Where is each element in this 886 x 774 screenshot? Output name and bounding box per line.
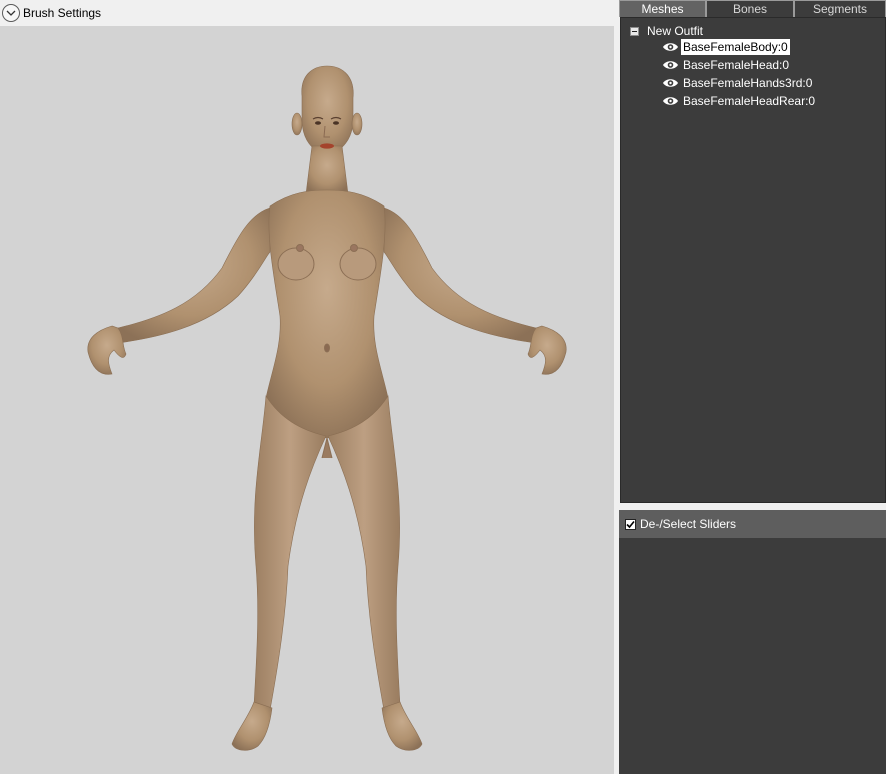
tab-bones[interactable]: Bones: [706, 0, 794, 17]
sliders-panel: De-/Select Sliders: [619, 510, 886, 774]
panel-tabs: Meshes Bones Segments: [619, 0, 886, 17]
checkmark-icon: [626, 520, 635, 528]
tab-segments[interactable]: Segments: [794, 0, 886, 17]
mesh-item-basefemalehead[interactable]: BaseFemaleHead:0: [662, 57, 791, 73]
mesh-item-label: BaseFemaleHead:0: [683, 58, 790, 72]
mesh-item-label: BaseFemaleHeadRear:0: [683, 94, 816, 108]
tree-root-label: New Outfit: [647, 24, 704, 38]
mesh-item-label: BaseFemaleBody:0: [681, 39, 790, 55]
mesh-item-label: BaseFemaleHands3rd:0: [683, 76, 813, 90]
collapse-icon[interactable]: [630, 26, 639, 36]
3d-viewport[interactable]: [0, 26, 614, 774]
eye-icon[interactable]: [662, 59, 679, 71]
eye-icon[interactable]: [662, 95, 679, 107]
sliders-header: De-/Select Sliders: [619, 510, 886, 538]
tab-meshes[interactable]: Meshes: [619, 0, 706, 17]
chevron-down-icon[interactable]: [2, 4, 20, 22]
body-model[interactable]: [0, 26, 614, 774]
brush-settings-bar: Brush Settings: [0, 0, 614, 26]
eye-icon[interactable]: [662, 41, 679, 53]
mesh-item-basefemaleheadrear[interactable]: BaseFemaleHeadRear:0: [662, 93, 817, 109]
brush-settings-label: Brush Settings: [23, 6, 102, 20]
tree-root-new-outfit[interactable]: New Outfit: [630, 23, 703, 39]
eye-icon[interactable]: [662, 77, 679, 89]
mesh-tree[interactable]: New Outfit BaseFemaleBody:0 BaseFemaleHe…: [620, 17, 886, 503]
mesh-item-basefemalebody[interactable]: BaseFemaleBody:0: [662, 39, 790, 55]
mesh-item-basefemalehands3rd[interactable]: BaseFemaleHands3rd:0: [662, 75, 814, 91]
brush-settings-toggle[interactable]: Brush Settings: [2, 4, 101, 22]
select-sliders-label[interactable]: De-/Select Sliders: [640, 517, 736, 531]
right-panel: Meshes Bones Segments New Outfit BaseFem…: [619, 0, 886, 774]
select-sliders-checkbox[interactable]: [625, 518, 636, 530]
horizontal-splitter[interactable]: [619, 503, 886, 510]
